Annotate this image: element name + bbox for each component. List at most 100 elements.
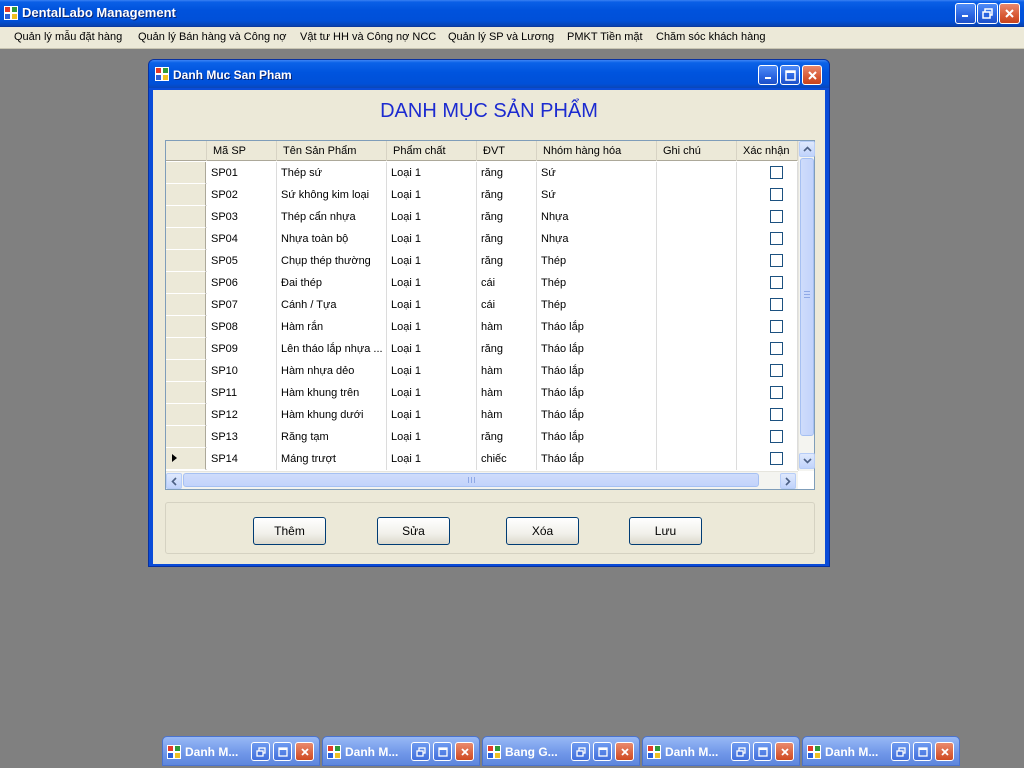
save-button[interactable]: Lưu [629, 517, 702, 545]
cell-note[interactable] [657, 448, 737, 470]
cell-quality[interactable]: Loại 1 [387, 448, 477, 470]
confirm-checkbox[interactable] [770, 386, 783, 399]
cell-product-code[interactable]: SP13 [207, 426, 277, 448]
cell-unit[interactable]: hàm [477, 316, 537, 338]
column-header-product-code[interactable]: Mã SP [207, 141, 277, 161]
cell-product-code[interactable]: SP01 [207, 162, 277, 184]
restore-button[interactable] [891, 742, 910, 761]
cell-product-code[interactable]: SP10 [207, 360, 277, 382]
cell-unit[interactable]: chiếc [477, 448, 537, 470]
table-row[interactable]: SP11 Hàm khung trên Loại 1 hàm Tháo lắp [166, 382, 798, 404]
cell-product-group[interactable]: Thép [537, 294, 657, 316]
table-row[interactable]: SP14 Máng trượt Loại 1 chiếc Tháo lắp [166, 448, 798, 470]
table-row[interactable]: SP12 Hàm khung dưới Loại 1 hàm Tháo lắp [166, 404, 798, 426]
confirm-checkbox[interactable] [770, 320, 783, 333]
confirm-checkbox[interactable] [770, 210, 783, 223]
maximize-button[interactable] [433, 742, 452, 761]
row-header[interactable] [166, 338, 206, 360]
column-header-note[interactable]: Ghi chú [657, 141, 737, 161]
confirm-checkbox[interactable] [770, 188, 783, 201]
table-row[interactable]: SP04 Nhựa toàn bộ Loại 1 răng Nhựa [166, 228, 798, 250]
table-row[interactable]: SP02 Sứ không kim loại Loại 1 răng Sứ [166, 184, 798, 206]
minimized-window[interactable]: Danh M... [322, 736, 480, 766]
cell-quality[interactable]: Loại 1 [387, 338, 477, 360]
maximize-button[interactable] [913, 742, 932, 761]
minimized-window[interactable]: Danh M... [802, 736, 960, 766]
confirm-checkbox[interactable] [770, 276, 783, 289]
cell-note[interactable] [657, 294, 737, 316]
cell-product-group[interactable]: Tháo lắp [537, 338, 657, 360]
close-button[interactable] [999, 3, 1020, 24]
scroll-left-button[interactable] [166, 473, 182, 489]
cell-note[interactable] [657, 338, 737, 360]
cell-product-group[interactable]: Tháo lắp [537, 360, 657, 382]
menu-item-sales-debts[interactable]: Quản lý Bán hàng và Công nợ [138, 31, 286, 43]
cell-product-code[interactable]: SP05 [207, 250, 277, 272]
row-header[interactable] [166, 272, 206, 294]
row-header[interactable] [166, 316, 206, 338]
vertical-scroll-thumb[interactable] [800, 158, 814, 436]
cell-note[interactable] [657, 184, 737, 206]
cell-product-name[interactable]: Đai thép [277, 272, 387, 294]
cell-note[interactable] [657, 316, 737, 338]
cell-quality[interactable]: Loại 1 [387, 250, 477, 272]
column-header-product-group[interactable]: Nhóm hàng hóa [537, 141, 657, 161]
confirm-checkbox[interactable] [770, 298, 783, 311]
confirm-checkbox[interactable] [770, 408, 783, 421]
restore-button[interactable] [251, 742, 270, 761]
cell-product-code[interactable]: SP09 [207, 338, 277, 360]
cell-product-group[interactable]: Tháo lắp [537, 448, 657, 470]
cell-quality[interactable]: Loại 1 [387, 382, 477, 404]
product-grid[interactable]: Mã SP Tên Sản Phẩm Phẩm chất ĐVT Nhóm hà… [165, 140, 815, 490]
cell-unit[interactable]: hàm [477, 360, 537, 382]
cell-product-name[interactable]: Lên tháo lắp nhựa ... [277, 338, 387, 360]
cell-quality[interactable]: Loại 1 [387, 228, 477, 250]
column-header-unit[interactable]: ĐVT [477, 141, 537, 161]
cell-note[interactable] [657, 250, 737, 272]
restore-button[interactable] [977, 3, 998, 24]
cell-product-group[interactable]: Tháo lắp [537, 382, 657, 404]
child-maximize-button[interactable] [780, 65, 800, 85]
cell-quality[interactable]: Loại 1 [387, 294, 477, 316]
restore-button[interactable] [571, 742, 590, 761]
add-button[interactable]: Thêm [253, 517, 326, 545]
restore-button[interactable] [411, 742, 430, 761]
cell-note[interactable] [657, 228, 737, 250]
cell-product-name[interactable]: Cánh / Tựa [277, 294, 387, 316]
cell-product-code[interactable]: SP08 [207, 316, 277, 338]
maximize-button[interactable] [593, 742, 612, 761]
cell-product-group[interactable]: Thép [537, 250, 657, 272]
minimized-window[interactable]: Danh M... [162, 736, 320, 766]
table-row[interactable]: SP10 Hàm nhựa dẻo Loại 1 hàm Tháo lắp [166, 360, 798, 382]
minimize-button[interactable] [955, 3, 976, 24]
cell-product-group[interactable]: Nhựa [537, 206, 657, 228]
close-button[interactable] [935, 742, 954, 761]
row-header[interactable] [166, 360, 206, 382]
cell-product-code[interactable]: SP03 [207, 206, 277, 228]
child-title-bar[interactable]: Danh Muc San Pham [149, 60, 829, 88]
cell-quality[interactable]: Loại 1 [387, 316, 477, 338]
column-header-confirm[interactable]: Xác nhận [737, 141, 798, 161]
cell-product-code[interactable]: SP12 [207, 404, 277, 426]
confirm-checkbox[interactable] [770, 166, 783, 179]
column-header-product-name[interactable]: Tên Sản Phẩm [277, 141, 387, 161]
menu-item-cash-accounting[interactable]: PMKT Tiền mặt [567, 31, 643, 43]
cell-unit[interactable]: hàm [477, 404, 537, 426]
column-header-quality[interactable]: Phẩm chất [387, 141, 477, 161]
cell-note[interactable] [657, 404, 737, 426]
delete-button[interactable]: Xóa [506, 517, 579, 545]
confirm-checkbox[interactable] [770, 430, 783, 443]
menu-item-order-samples[interactable]: Quản lý mẫu đặt hàng [14, 31, 122, 43]
table-row[interactable]: SP13 Răng tạm Loại 1 răng Tháo lắp [166, 426, 798, 448]
row-header[interactable] [166, 426, 206, 448]
close-button[interactable] [455, 742, 474, 761]
maximize-button[interactable] [273, 742, 292, 761]
cell-unit[interactable]: cái [477, 294, 537, 316]
cell-unit[interactable]: răng [477, 250, 537, 272]
close-button[interactable] [295, 742, 314, 761]
cell-note[interactable] [657, 206, 737, 228]
cell-unit[interactable]: cái [477, 272, 537, 294]
cell-note[interactable] [657, 272, 737, 294]
table-row[interactable]: SP06 Đai thép Loại 1 cái Thép [166, 272, 798, 294]
cell-product-code[interactable]: SP04 [207, 228, 277, 250]
